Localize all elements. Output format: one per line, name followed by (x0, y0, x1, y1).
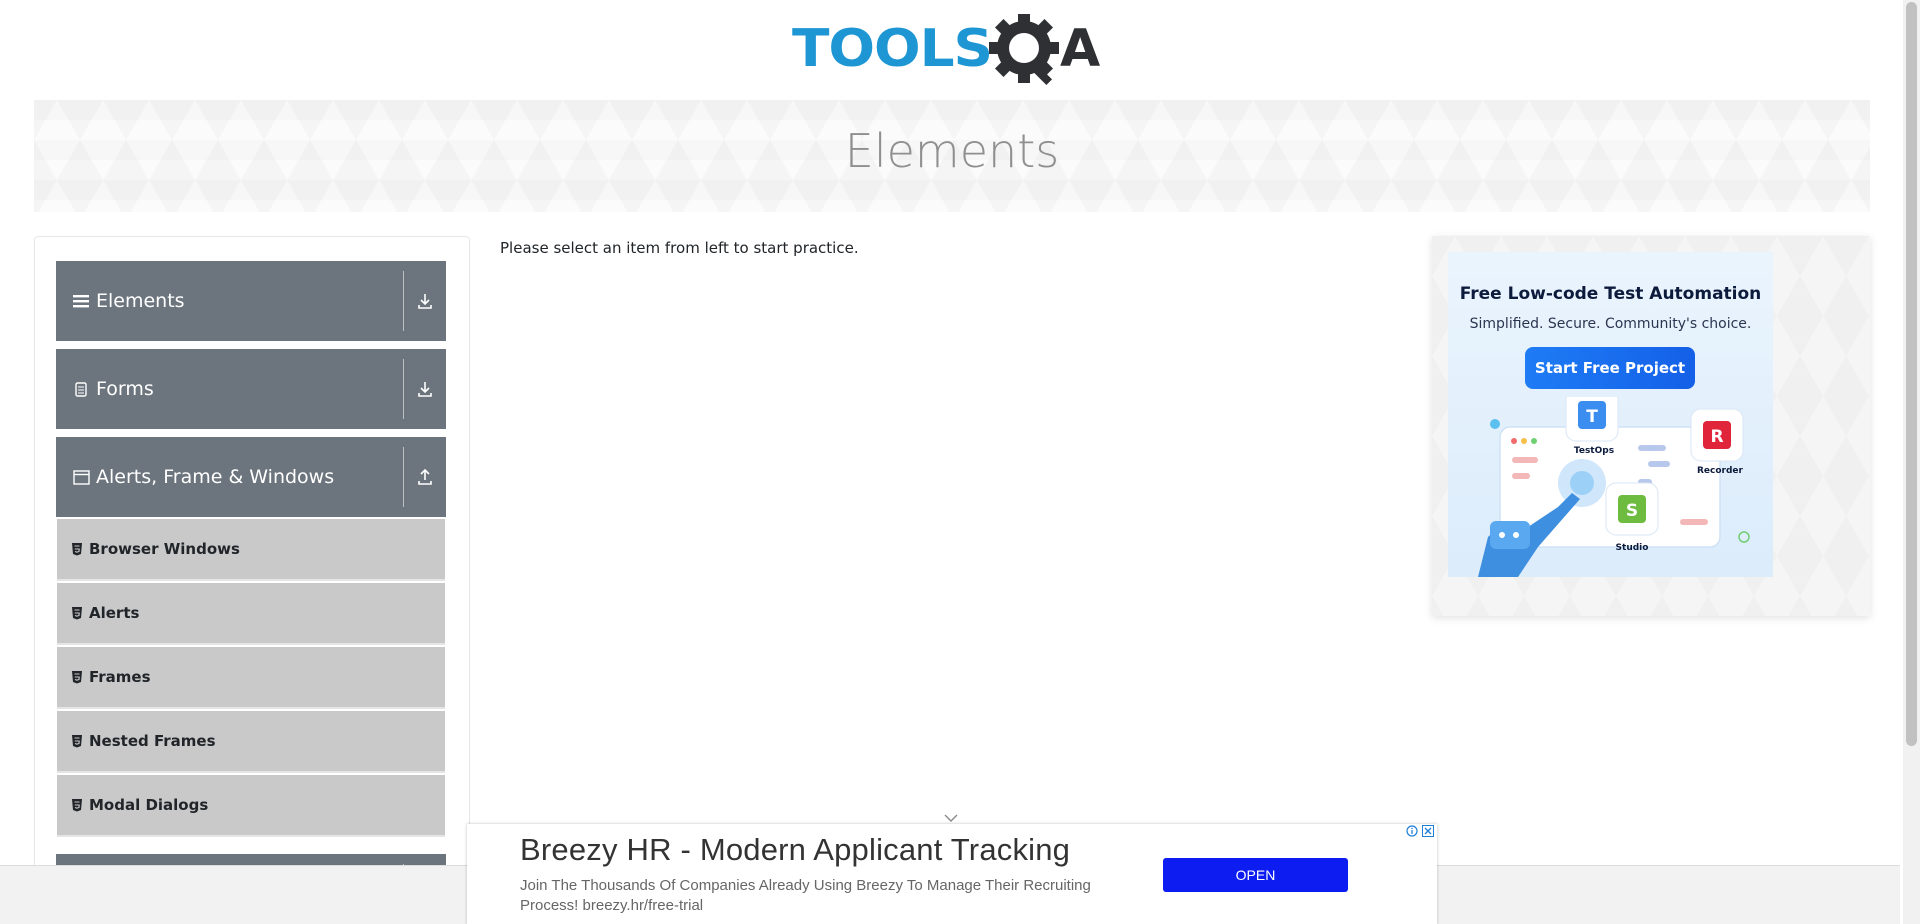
html5-icon (71, 798, 83, 812)
sidebar-item-nested-frames[interactable]: Nested Frames (57, 711, 445, 773)
group-header-elements[interactable]: Elements (56, 261, 446, 341)
svg-text:Recorder: Recorder (1697, 466, 1744, 476)
open-button[interactable]: OPEN (1163, 858, 1348, 892)
sidebar-item-modal-dialogs[interactable]: Modal Dialogs (57, 775, 445, 837)
ad-card[interactable]: Free Low-code Test Automation Simplified… (1448, 252, 1773, 577)
upload-arrow-icon[interactable] (404, 437, 446, 517)
sidebar-item-label: Modal Dialogs (89, 796, 209, 814)
sidebar-item-label: Nested Frames (89, 732, 216, 750)
chevron-down-icon[interactable] (943, 808, 959, 822)
sidebar: Elements Forms Alerts, Frame & Windows B… (34, 236, 470, 924)
page-scrollbar[interactable] (1903, 0, 1920, 924)
svg-text:T: T (1586, 407, 1598, 427)
svg-text:Studio: Studio (1616, 543, 1649, 553)
logo-text-tools: TOOLS (792, 19, 992, 79)
close-icon[interactable] (1421, 824, 1435, 838)
group-label: Elements (96, 290, 185, 312)
html5-icon (71, 734, 83, 748)
group-label: Alerts, Frame & Windows (96, 466, 335, 488)
ad-choices[interactable] (1405, 824, 1435, 840)
sidebar-item-frames[interactable]: Frames (57, 647, 445, 709)
testops-app-icon: T TestOps (1565, 397, 1619, 456)
sidebar-item-label: Alerts (89, 604, 140, 622)
ad-title: Free Low-code Test Automation (1459, 284, 1762, 304)
html5-icon (71, 542, 83, 556)
svg-text:S: S (1626, 501, 1638, 521)
toolsqa-logo[interactable]: TOOLS A (792, 13, 1114, 90)
info-icon[interactable] (1405, 824, 1419, 838)
window-icon (72, 468, 90, 486)
ad-illustration: T TestOps R Recorder S Studio (1478, 397, 1750, 577)
ad-subtitle: Simplified. Secure. Community's choice. (1469, 316, 1752, 332)
download-arrow-icon[interactable] (404, 349, 446, 429)
page-title: Elements (844, 124, 1060, 178)
page-banner: Elements (34, 100, 1870, 212)
site-header: TOOLS A (0, 0, 1900, 100)
ad-description: Join The Thousands Of Companies Already … (520, 877, 1091, 914)
svg-text:R: R (1710, 427, 1723, 447)
svg-text:TestOps: TestOps (1574, 446, 1614, 456)
right-advertisement[interactable]: Free Low-code Test Automation Simplified… (1432, 236, 1870, 616)
start-free-project-button[interactable]: Start Free Project (1525, 347, 1695, 389)
group-header-alerts-frame-windows[interactable]: Alerts, Frame & Windows (56, 437, 446, 517)
sidebar-item-label: Frames (89, 668, 151, 686)
practice-instruction: Please select an item from left to start… (500, 239, 859, 257)
bottom-advertisement[interactable]: Breezy HR - Modern Applicant Tracking Jo… (467, 824, 1437, 924)
gear-icon (989, 13, 1059, 86)
ad-headline[interactable]: Breezy HR - Modern Applicant Tracking (520, 832, 1070, 868)
scrollbar-thumb[interactable] (1906, 2, 1917, 746)
sidebar-item-label: Browser Windows (89, 540, 240, 558)
logo-text-a: A (1060, 19, 1100, 79)
html5-icon (71, 606, 83, 620)
html5-icon (71, 670, 83, 684)
hamburger-icon (72, 292, 90, 310)
sidebar-item-alerts[interactable]: Alerts (57, 583, 445, 645)
group-header-forms[interactable]: Forms (56, 349, 446, 429)
group-label: Forms (96, 378, 154, 400)
sidebar-item-browser-windows[interactable]: Browser Windows (57, 519, 445, 581)
recorder-app-icon: R Recorder (1690, 408, 1744, 476)
download-arrow-icon[interactable] (404, 261, 446, 341)
document-icon (72, 380, 90, 398)
